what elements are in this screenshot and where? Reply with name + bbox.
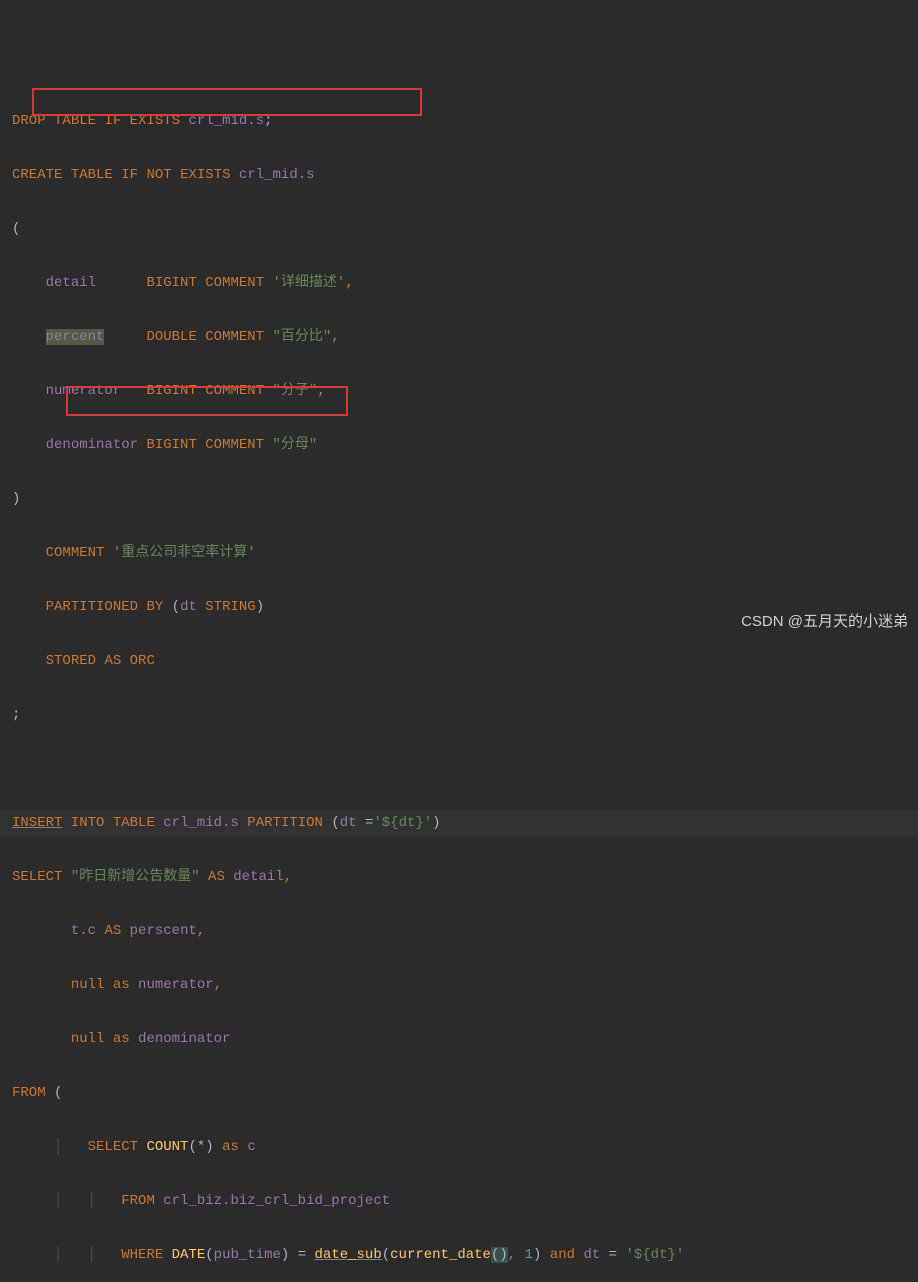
code-line-6[interactable]: numerator BIGINT COMMENT "分子",: [0, 378, 918, 405]
code-line-17[interactable]: null as numerator,: [0, 972, 918, 999]
code-line-19[interactable]: FROM (: [0, 1080, 918, 1107]
code-line-12[interactable]: ;: [0, 702, 918, 729]
code-line-4[interactable]: detail BIGINT COMMENT '详细描述',: [0, 270, 918, 297]
code-line-7[interactable]: denominator BIGINT COMMENT "分母": [0, 432, 918, 459]
code-line-16[interactable]: t.c AS perscent,: [0, 918, 918, 945]
code-line-21[interactable]: │ │ FROM crl_biz.biz_crl_bid_project: [0, 1188, 918, 1215]
code-line-3[interactable]: (: [0, 216, 918, 243]
code-line-11[interactable]: STORED AS ORC: [0, 648, 918, 675]
code-line-15[interactable]: SELECT "昨日新增公告数量" AS detail,: [0, 864, 918, 891]
code-line-13[interactable]: [0, 756, 918, 783]
code-line-2[interactable]: CREATE TABLE IF NOT EXISTS crl_mid.s: [0, 162, 918, 189]
code-line-14[interactable]: INSERT INTO TABLE crl_mid.s PARTITION (d…: [0, 810, 918, 837]
code-line-5[interactable]: percent DOUBLE COMMENT "百分比",: [0, 324, 918, 351]
code-line-20[interactable]: │ SELECT COUNT(*) as c: [0, 1134, 918, 1161]
code-line-9[interactable]: COMMENT '重点公司非空率计算': [0, 540, 918, 567]
code-line-8[interactable]: ): [0, 486, 918, 513]
code-line-1[interactable]: DROP TABLE IF EXISTS crl_mid.s;: [0, 108, 918, 135]
watermark: CSDN @五月天的小迷弟: [741, 608, 908, 635]
code-line-18[interactable]: null as denominator: [0, 1026, 918, 1053]
code-line-22[interactable]: │ │ WHERE DATE(pub_time) = date_sub(curr…: [0, 1242, 918, 1269]
